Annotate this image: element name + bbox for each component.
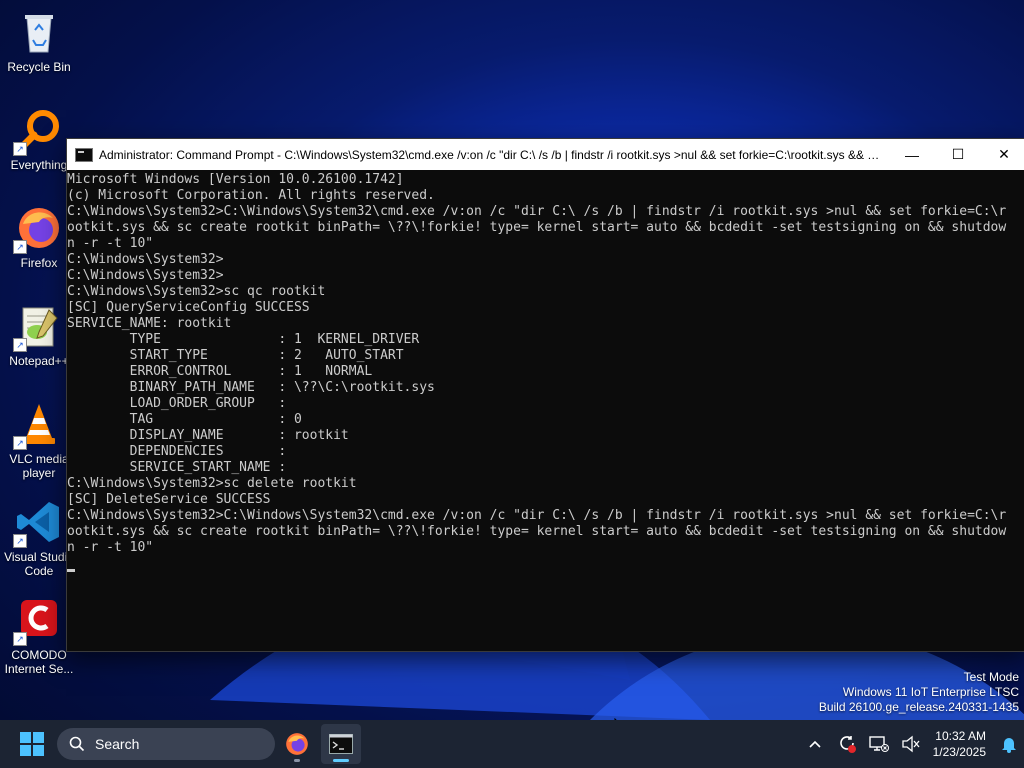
- vscode-icon: ↗: [13, 498, 63, 548]
- console-line: DEPENDENCIES :: [67, 444, 287, 459]
- console-line: TYPE : 1 KERNEL_DRIVER: [67, 332, 420, 347]
- minimize-button[interactable]: —: [889, 139, 935, 170]
- console-cursor-line: [67, 556, 1024, 572]
- console-line: C:\Windows\System32>C:\Windows\System32\…: [67, 508, 1007, 523]
- maximize-button[interactable]: ☐: [935, 139, 981, 170]
- console-line: SERVICE_START_NAME :: [67, 460, 287, 475]
- console-line: [SC] DeleteService SUCCESS: [67, 492, 271, 507]
- console-line: C:\Windows\System32>C:\Windows\System32\…: [67, 204, 1007, 219]
- command-prompt-window[interactable]: Administrator: Command Prompt - C:\Windo…: [66, 138, 1024, 652]
- vlc-cone-icon: ↗: [13, 400, 63, 450]
- test-mode-watermark: Test Mode Windows 11 IoT Enterprise LTSC…: [819, 670, 1019, 715]
- clock-date: 1/23/2025: [932, 745, 986, 759]
- console-line: Microsoft Windows [Version 10.0.26100.17…: [67, 172, 404, 187]
- comodo-icon: ↗: [13, 596, 63, 646]
- watermark-line: Build 26100.ge_release.240331-1435: [818, 700, 1019, 714]
- taskbar: Search 10:32 AM 1/23/2025: [0, 720, 1024, 768]
- console-line: C:\Windows\System32>: [67, 268, 224, 283]
- console-line: TAG : 0: [67, 412, 302, 427]
- console-line: (c) Microsoft Corporation. All rights re…: [67, 188, 435, 203]
- tray-comodo-update[interactable]: [831, 720, 863, 768]
- windows-logo-icon: [20, 732, 31, 743]
- everything-search-icon: ↗: [13, 106, 63, 156]
- console-line: ootkit.sys && sc create rootkit binPath=…: [67, 220, 1007, 235]
- firefox-icon: [286, 733, 308, 755]
- console-line: [SC] QueryServiceConfig SUCCESS: [67, 300, 310, 315]
- show-hidden-icons-button[interactable]: [799, 720, 831, 768]
- close-button[interactable]: ✕: [981, 139, 1024, 170]
- console-line: BINARY_PATH_NAME : \??\C:\rootkit.sys: [67, 380, 435, 395]
- terminal-icon: [329, 734, 353, 754]
- watermark-line: Windows 11 IoT Enterprise LTSC: [842, 685, 1019, 699]
- system-tray: 10:32 AM 1/23/2025: [799, 720, 1024, 768]
- tray-volume[interactable]: [895, 720, 927, 768]
- console-output[interactable]: Microsoft Windows [Version 10.0.26100.17…: [67, 170, 1024, 648]
- desktop-icon-label: COMODO Internet Se...: [4, 648, 74, 676]
- taskbar-firefox[interactable]: [277, 724, 317, 764]
- volume-muted-icon: [901, 735, 920, 753]
- console-line: C:\Windows\System32>sc delete rootkit: [67, 476, 357, 491]
- text-cursor: [67, 569, 75, 572]
- console-line: n -r -t 10": [67, 540, 154, 555]
- console-line: DISPLAY_NAME : rootkit: [67, 428, 349, 443]
- shortcut-arrow-icon: ↗: [13, 240, 27, 254]
- search-label: Search: [95, 736, 140, 752]
- window-title: Administrator: Command Prompt - C:\Windo…: [99, 147, 889, 162]
- shortcut-arrow-icon: ↗: [13, 436, 27, 450]
- firefox-icon: ↗: [13, 204, 63, 254]
- desktop-icon-recycle-bin[interactable]: Recycle Bin: [1, 8, 77, 74]
- notepadpp-icon: ↗: [13, 302, 63, 352]
- cmd-app-icon: [75, 147, 93, 162]
- shortcut-arrow-icon: ↗: [13, 534, 27, 548]
- desktop-icon-label: Recycle Bin: [7, 60, 71, 74]
- sync-icon: [839, 736, 856, 753]
- taskbar-search-box[interactable]: Search: [57, 728, 275, 760]
- bell-icon: [1002, 738, 1016, 753]
- search-icon: [69, 736, 85, 752]
- network-icon: [868, 736, 889, 752]
- start-button[interactable]: [20, 732, 44, 756]
- shortcut-arrow-icon: ↗: [13, 142, 27, 156]
- shortcut-arrow-icon: ↗: [13, 338, 27, 352]
- console-line: START_TYPE : 2 AUTO_START: [67, 348, 404, 363]
- console-line: ERROR_CONTROL : 1 NORMAL: [67, 364, 373, 379]
- console-line: C:\Windows\System32>sc qc rootkit: [67, 284, 326, 299]
- tray-network[interactable]: [863, 720, 895, 768]
- notifications-button[interactable]: [994, 720, 1024, 768]
- console-line: SERVICE_NAME: rootkit: [67, 316, 232, 331]
- console-line: n -r -t 10": [67, 236, 154, 251]
- window-titlebar[interactable]: Administrator: Command Prompt - C:\Windo…: [67, 139, 1024, 170]
- recycle-bin-icon: [15, 8, 63, 56]
- console-line: LOAD_ORDER_GROUP :: [67, 396, 287, 411]
- watermark-line: Test Mode: [963, 670, 1019, 684]
- active-indicator: [333, 759, 349, 762]
- console-line: C:\Windows\System32>: [67, 252, 224, 267]
- running-indicator: [294, 759, 300, 762]
- chevron-up-icon: [809, 740, 821, 748]
- console-line: ootkit.sys && sc create rootkit binPath=…: [67, 524, 1007, 539]
- taskbar-command-prompt[interactable]: [321, 724, 361, 764]
- clock-time: 10:32 AM: [935, 729, 986, 743]
- shortcut-arrow-icon: ↗: [13, 632, 27, 646]
- taskbar-clock[interactable]: 10:32 AM 1/23/2025: [927, 728, 994, 760]
